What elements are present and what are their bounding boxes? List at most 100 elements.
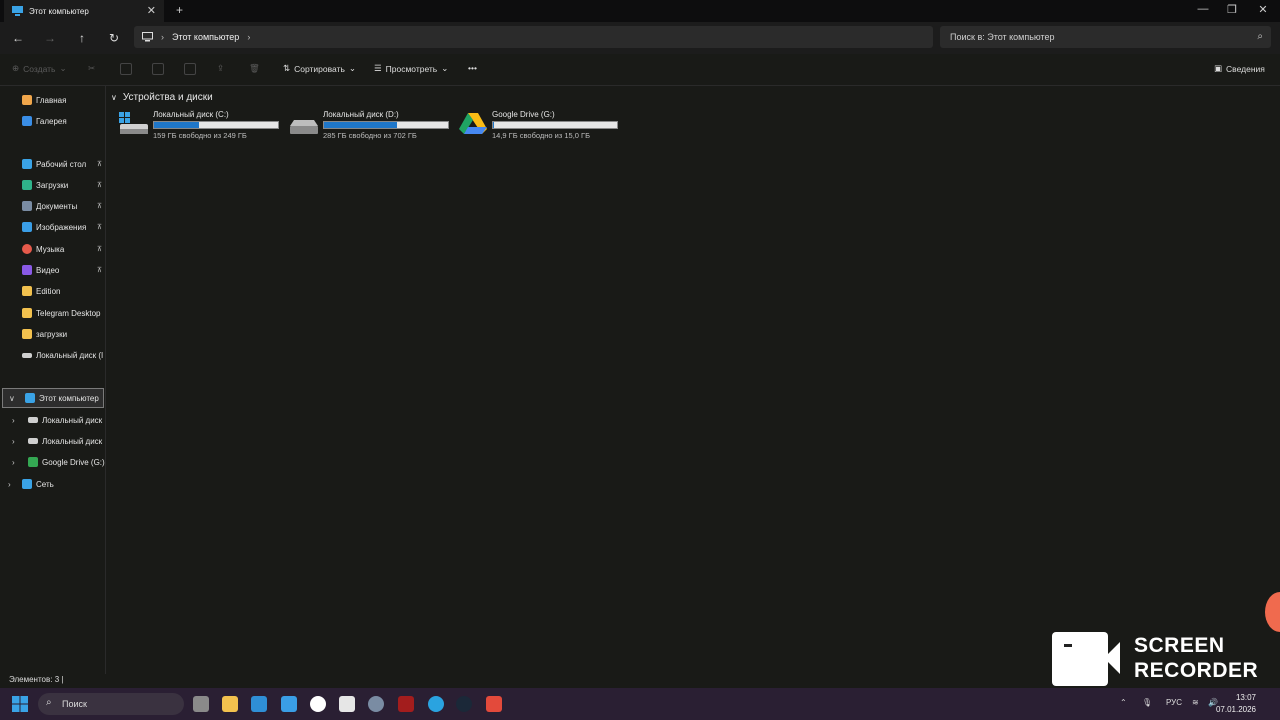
sidebar-item-local-disk-pinned[interactable]: Локальный диск (I (0, 345, 106, 365)
chevron-up-icon[interactable]: ⌃ (1120, 698, 1127, 707)
sort-label: Сортировать (294, 63, 345, 74)
windows-start-icon[interactable] (12, 696, 28, 712)
copy-icon[interactable] (120, 63, 132, 75)
sidebar-item-local-disk-d[interactable]: › Локальный диск (0, 431, 106, 451)
recorder-app-icon[interactable] (486, 696, 502, 712)
address-field[interactable]: › Этот компьютер › (134, 26, 933, 48)
sidebar-item-network[interactable]: › Сеть (0, 474, 106, 494)
telegram-icon[interactable] (428, 696, 444, 712)
tab-this-pc[interactable]: Этот компьютер ✕ (4, 0, 164, 22)
more-options-icon[interactable]: ••• (468, 63, 477, 73)
pictures-icon (22, 222, 32, 232)
chevron-right-icon[interactable]: › (247, 32, 250, 42)
file-explorer-icon[interactable] (222, 696, 238, 712)
paste-icon[interactable] (152, 63, 164, 75)
sort-button[interactable]: ⇅ Сортировать ⌄ (283, 63, 356, 74)
drive-free-space: 285 ГБ свободно из 702 ГБ (323, 131, 417, 140)
camera-lens-icon (1104, 642, 1120, 674)
drive-icon (290, 120, 318, 134)
delete-icon[interactable]: 🗑 (249, 63, 260, 74)
store-icon[interactable] (251, 696, 267, 712)
sidebar-item-label: Telegram Desktop (36, 308, 101, 318)
details-pane-icon: ▣ (1214, 63, 1223, 73)
search-icon: ⌕ (46, 697, 52, 708)
usage-bar-fill (324, 122, 398, 128)
drive-tile-g[interactable]: Google Drive (G:) 14,9 ГБ свободно из 15… (458, 110, 626, 140)
rename-icon[interactable] (184, 63, 196, 75)
breadcrumb[interactable]: Этот компьютер (172, 32, 239, 42)
desktop-icon (22, 159, 32, 169)
sidebar-item-telegram-desktop[interactable]: Telegram Desktop (0, 303, 106, 323)
cut-icon[interactable]: ✂ (88, 63, 95, 74)
watermark-line2: RECORDER (1134, 659, 1259, 682)
language-indicator[interactable]: РУС (1166, 698, 1182, 707)
photos-icon[interactable] (281, 696, 297, 712)
dota-icon[interactable] (398, 696, 414, 712)
sidebar-item-music[interactable]: Музыка ⊼ (0, 239, 106, 259)
create-button[interactable]: ⊕ Создать ⌄ (12, 63, 67, 74)
sidebar-item-desktop[interactable]: Рабочий стол ⊼ (0, 154, 106, 174)
sidebar-item-label: Видео (36, 265, 60, 275)
sidebar-item-gallery[interactable]: Галерея (0, 111, 106, 131)
sidebar-item-pictures[interactable]: Изображения ⊼ (0, 217, 106, 237)
sidebar-item-google-drive[interactable]: › Google Drive (G:) (0, 452, 106, 472)
search-placeholder: Поиск в: Этот компьютер (950, 32, 1055, 42)
wifi-icon[interactable]: ≋ (1192, 698, 1199, 707)
sidebar-item-label: Локальный диск (42, 436, 103, 446)
command-bar: ⊕ Создать ⌄ ✂ ⇪ 🗑 ⇅ Сортировать ⌄ ☰ Прос… (0, 54, 1280, 86)
yandex-browser-icon[interactable] (310, 696, 326, 712)
sidebar-item-documents[interactable]: Документы ⊼ (0, 196, 106, 216)
pin-icon: ⊼ (96, 161, 102, 168)
chevron-right-icon[interactable]: › (12, 437, 15, 446)
view-button[interactable]: ☰ Просмотреть ⌄ (374, 63, 448, 74)
chevron-right-icon[interactable]: › (8, 480, 11, 489)
chevron-down-icon[interactable]: ∨ (9, 394, 15, 403)
tab-close-button[interactable]: ✕ (147, 4, 156, 17)
settings-gear-icon[interactable] (368, 696, 384, 712)
minimize-button[interactable]: — (1193, 3, 1213, 15)
back-button[interactable]: ← (10, 30, 26, 46)
drive-name: Локальный диск (C:) (153, 110, 229, 119)
plus-circle-icon: ⊕ (12, 63, 20, 73)
maximize-button[interactable]: ❐ (1222, 3, 1242, 16)
steam-icon[interactable] (456, 696, 472, 712)
up-button[interactable]: ↑ (74, 30, 90, 46)
clock[interactable]: 13:07 07.01.2026 (1216, 692, 1256, 716)
search-input[interactable]: Поиск в: Этот компьютер ⌕ (940, 26, 1271, 48)
new-tab-button[interactable]: + (176, 3, 183, 17)
sidebar-item-edition[interactable]: Edition (0, 281, 106, 301)
share-icon[interactable]: ⇪ (217, 63, 224, 74)
clock-time: 13:07 (1235, 693, 1256, 702)
details-button[interactable]: ▣ Сведения (1214, 63, 1265, 74)
sidebar-item-zagruzki[interactable]: загрузки (0, 324, 106, 344)
search-icon: ⌕ (1257, 31, 1263, 42)
drive-icon (22, 352, 32, 358)
computer-icon (142, 32, 153, 42)
items-count: Элементов: 3 | (9, 675, 64, 684)
camera-icon (1052, 632, 1108, 686)
paint-icon[interactable] (339, 696, 355, 712)
task-view-icon[interactable] (193, 696, 209, 712)
chevron-right-icon[interactable]: › (12, 458, 15, 467)
group-header-devices[interactable]: ∨ Устройства и диски (111, 92, 213, 103)
sidebar-item-local-disk-c[interactable]: › Локальный диск (0, 410, 106, 430)
microphone-icon[interactable]: 🎙 (1142, 698, 1152, 707)
sidebar-item-label: Рабочий стол (36, 159, 87, 169)
sidebar-item-downloads[interactable]: Загрузки ⊼ (0, 175, 106, 195)
sidebar-item-label: Локальный диск (I (36, 350, 104, 360)
close-button[interactable]: ✕ (1253, 3, 1273, 16)
drive-tile-d[interactable]: Локальный диск (D:) 285 ГБ свободно из 7… (289, 110, 457, 140)
usage-bar (153, 121, 279, 129)
sidebar-item-videos[interactable]: Видео ⊼ (0, 260, 106, 280)
sidebar-item-label: Изображения (36, 222, 87, 232)
sidebar-item-this-pc[interactable]: ∨ Этот компьютер (2, 388, 104, 408)
drive-tile-c[interactable]: Локальный диск (C:) 159 ГБ свободно из 2… (119, 110, 287, 140)
usage-bar-fill (154, 122, 199, 128)
forward-button[interactable]: → (42, 30, 58, 46)
refresh-button[interactable]: ↻ (106, 30, 122, 46)
google-drive-icon (459, 113, 487, 134)
chevron-right-icon[interactable]: › (12, 416, 15, 425)
sidebar-item-home[interactable]: Главная (0, 90, 106, 110)
group-title: Устройства и диски (122, 92, 213, 103)
taskbar-search[interactable]: ⌕ Поиск (38, 693, 184, 715)
